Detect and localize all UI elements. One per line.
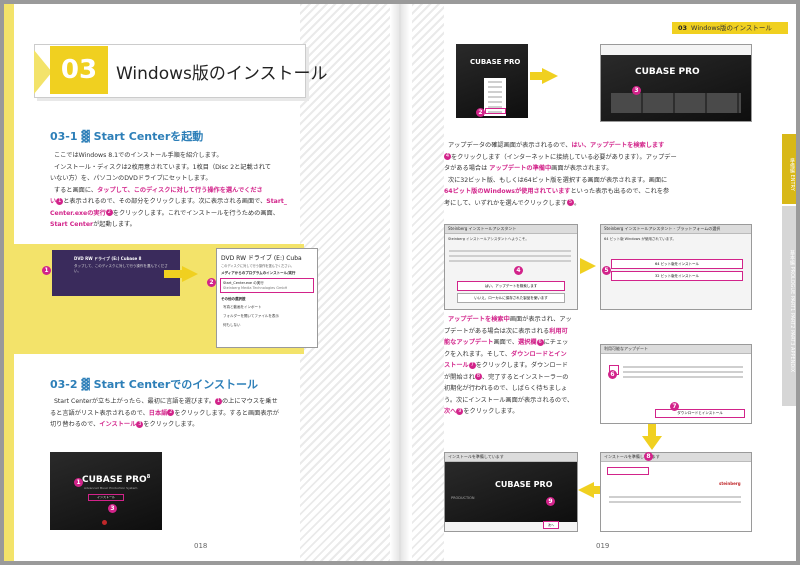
marker-right-4: 4 <box>514 266 523 275</box>
install-button[interactable]: インストール <box>88 494 124 501</box>
import-photos-option[interactable]: 写真と動画をインポート <box>217 303 317 312</box>
language-list[interactable] <box>484 78 506 116</box>
japanese-option[interactable] <box>485 108 506 114</box>
start-center-exe-option[interactable]: Start_Center.exe の実行 Steinberg Media Tec… <box>220 278 314 293</box>
download-install-button[interactable]: ダウンロードとインストール <box>655 409 745 418</box>
do-nothing-option[interactable]: 何もしない <box>217 321 317 330</box>
autoplay-section-head: メディアからのプログラムのインストール/実行 <box>221 271 296 275</box>
update-check-dialog: Steinberg インストールアシスタント Steinberg インストールア… <box>444 224 578 310</box>
autoplay-title: DVD RW ドライブ (E:) Cuba <box>221 255 302 262</box>
side-tab-prep-label: 準備編 ENTRY <box>789 157 795 191</box>
arrow-shaft-2 <box>530 72 544 80</box>
section-2-title: 03-2 ▓ Start Centerでのインストール <box>50 378 259 391</box>
updates-dialog-titlebar: 利用可能なアップデート <box>601 345 751 354</box>
platform-dialog-titlebar: Steinberg インストールアシスタント - プラットフォームの選択 <box>601 225 751 234</box>
cubase-logo-installer: CUBASE PRO <box>495 480 553 489</box>
platform-dialog-text: 64 ビット版 Windows が使用されています。 <box>604 237 676 241</box>
arrow-right-3 <box>580 258 596 274</box>
marker-right-6: 6 <box>608 370 617 379</box>
running-head: 03 Windows版のインストール <box>672 22 788 34</box>
cubase-subtitle: Advanced Music Production System <box>84 486 138 490</box>
start-center-jp-screenshot: CUBASE PRO <box>600 44 752 122</box>
page-number-right: 019 <box>596 542 610 550</box>
download-progress-field <box>607 467 649 475</box>
arrow-right-1 <box>182 266 198 282</box>
cubase-logo-jp: CUBASE PRO <box>635 67 700 77</box>
dvd-notice-title: DVD RW ドライブ (E:) Cubase 8 <box>74 256 142 261</box>
install-64bit-button[interactable]: 64 ビット版をインストール <box>611 259 743 269</box>
left-edge-strip <box>4 4 14 561</box>
install-32bit-button[interactable]: 32 ビット版をインストール <box>611 271 743 281</box>
preparing-dialog-titlebar: インストールを準備しています <box>601 453 751 462</box>
arrow-down <box>642 436 662 450</box>
steinberg-logo: steinberg <box>719 481 741 486</box>
section-2-body: Start Centerが立ち上がったら、最初に言語を選びます。 1 の上にマウスを… <box>50 397 279 428</box>
marker-right-2: 2 <box>476 108 485 117</box>
update-dialog-titlebar: Steinberg インストールアシスタント <box>445 225 577 234</box>
autoplay-other-head: その他の選択肢 <box>221 297 246 301</box>
cubase-logo: CUBASE PRO8 <box>82 474 151 485</box>
chapter-number: 03 <box>50 46 108 94</box>
marker-right-7: 7 <box>670 402 679 411</box>
marker-left-3: 3 <box>108 504 117 513</box>
platform-select-dialog: Steinberg インストールアシスタント - プラットフォームの選択 64 … <box>600 224 752 310</box>
installer-titlebar: インストールを準備しています <box>445 453 577 462</box>
right-paragraph-1: アップデータの確認画面が表示されるので、はい、アップデートを検索します 4 をクリ… <box>444 142 677 207</box>
marker-2: 2 <box>207 278 216 287</box>
dvd-notice-subtitle[interactable]: タップして、このディスクに対して行う操作を選んでください。 <box>74 264 174 274</box>
yes-search-updates-button[interactable]: はい、アップデートを検索します <box>457 281 565 291</box>
cubase-logo-small: CUBASE PRO <box>470 58 521 66</box>
cubase-start-center-screenshot: CUBASE PRO8 Advanced Music Production Sy… <box>50 452 162 530</box>
open-folder-option[interactable]: フォルダーを開いてファイルを表示 <box>217 312 317 321</box>
feature-thumbnails <box>611 93 741 113</box>
no-local-product-button[interactable]: いいえ、ローカルに保存された製品を使います <box>457 293 565 303</box>
section-1-title: 03-1 ▓ Start Centerを起動 <box>50 130 204 143</box>
install-preparing-dialog: インストールを準備しています steinberg <box>600 452 752 532</box>
page-number-left: 018 <box>194 542 208 550</box>
marker-right-5: 5 <box>602 266 611 275</box>
update-dialog-text: Steinberg インストールアシスタントへようこそ。 <box>448 237 529 241</box>
chapter-title: Windows版のインストール <box>116 64 328 84</box>
right-paragraph-2: アップデートを検索中画面が表示され、アッ プデートがある場合は次に表示される利用… <box>444 316 574 415</box>
marker-right-9: 9 <box>546 497 555 506</box>
arrow-right-2 <box>542 68 558 84</box>
arrow-shaft-left <box>592 486 600 494</box>
left-page: 03 Windows版のインストール 03-1 ▓ Start Centerを起… <box>4 4 396 561</box>
language-menu-screenshot: CUBASE PRO <box>456 44 528 118</box>
production-label: PRODUCTION <box>451 496 475 500</box>
autoplay-panel: DVD RW ドライブ (E:) Cuba このディスクに対して行う操作を選んで… <box>216 248 318 348</box>
installer-welcome-dialog: インストールを準備しています CUBASE PRO PRODUCTION 次へ <box>444 452 578 532</box>
marker-right-3: 3 <box>632 86 641 95</box>
next-button[interactable]: 次へ <box>543 521 559 529</box>
right-hatch-band <box>412 4 444 561</box>
marker-left-1: 1 <box>74 478 83 487</box>
marker-right-8: 8 <box>644 452 653 461</box>
dvd-notice-screenshot: DVD RW ドライブ (E:) Cubase 8 タップして、このディスクに対… <box>52 250 180 296</box>
book-spread: 03 Windows版のインストール 03-1 ▓ Start Centerを起… <box>4 4 796 561</box>
available-updates-dialog: 利用可能なアップデート ダウンロードとインストール <box>600 344 752 424</box>
side-tab-basic-label: 基本編 PROLOGUE PART1 PART2 PART3 APPENDIX <box>789 249 795 373</box>
steinberg-dot-icon <box>102 520 107 525</box>
arrow-shaft-1 <box>164 270 184 278</box>
section-1-body: ここではWindows 8.1でのインストール手順を紹介します。 インストール・… <box>50 152 287 228</box>
marker-1: 1 <box>42 266 51 275</box>
